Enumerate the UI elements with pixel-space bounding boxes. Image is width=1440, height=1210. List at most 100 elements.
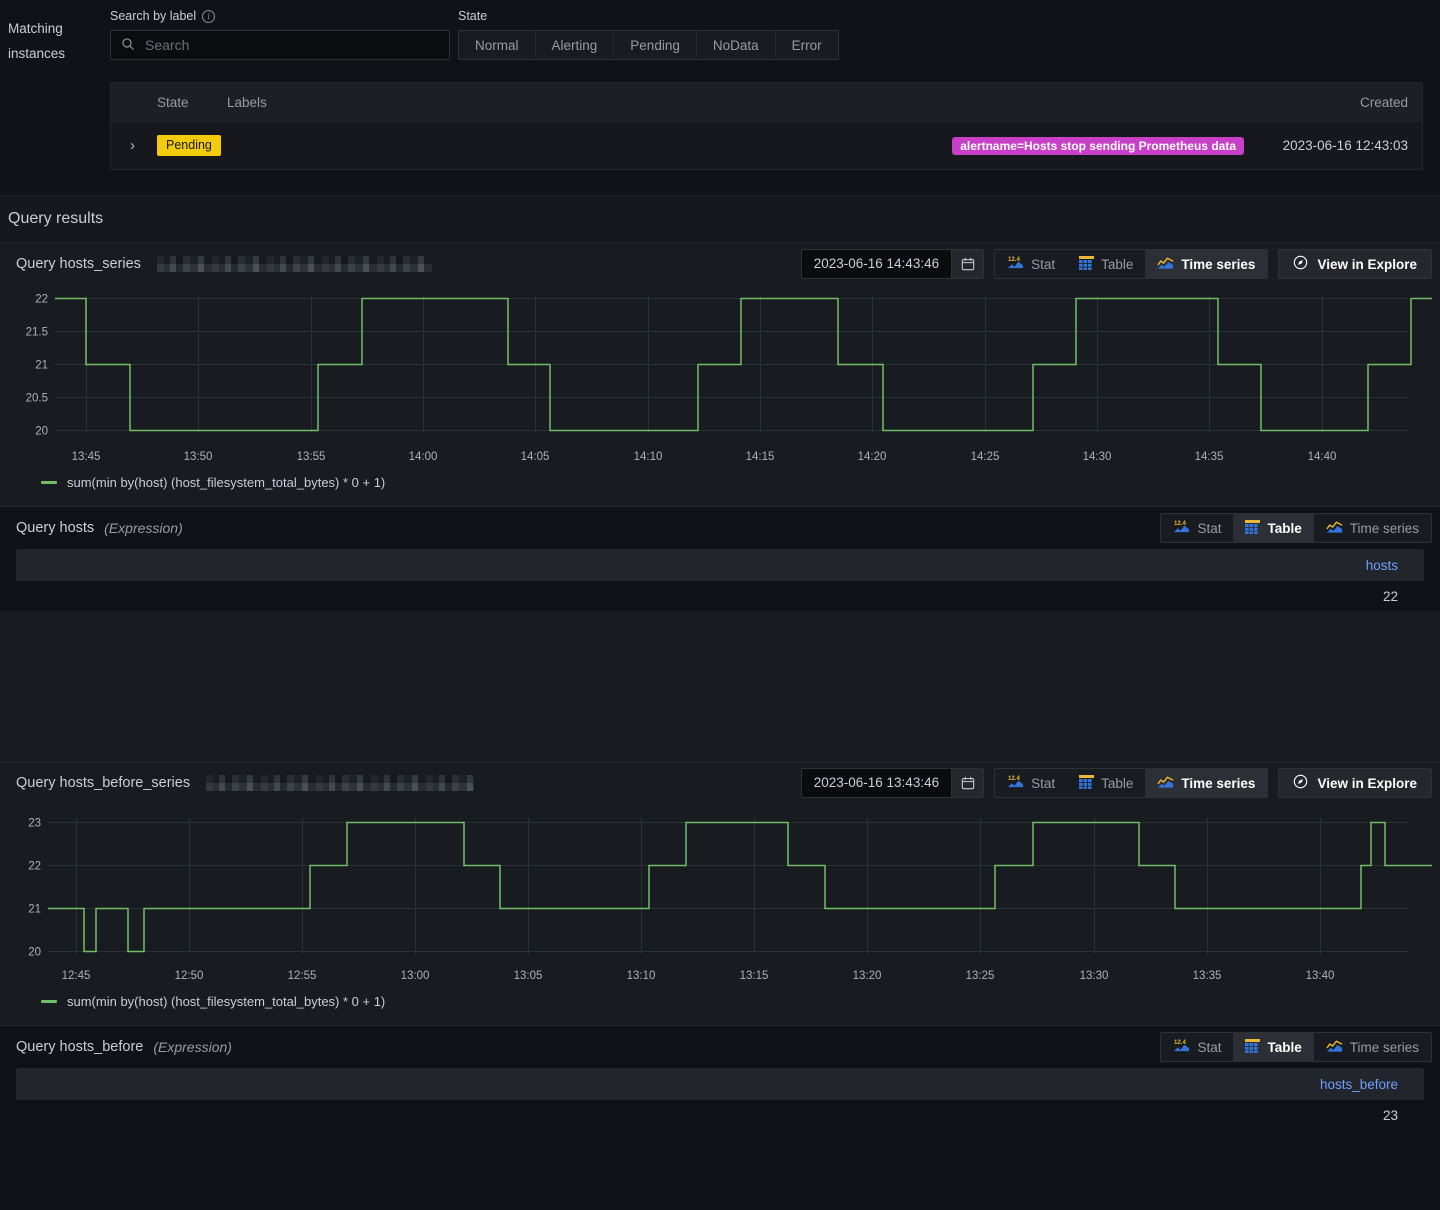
hosts-before-value-row: 23 — [1382, 1107, 1398, 1123]
chart-hosts-series[interactable]: 22 21.5 21 20.5 20 13:45 13:50 13:55 14:00… — [8, 285, 1432, 469]
legend-series-label: sum(min by(host) (host_filesystem_total_… — [67, 475, 386, 490]
svg-text:14:00: 14:00 — [409, 451, 438, 463]
viz-timeseries-button[interactable]: Time series — [1314, 1033, 1431, 1061]
search-input-wrapper[interactable] — [110, 30, 450, 60]
state-filter-normal[interactable]: Normal — [459, 31, 536, 59]
svg-text:13:40: 13:40 — [1306, 970, 1335, 982]
viz-timeseries-button[interactable]: Time series — [1314, 514, 1431, 542]
svg-text:14:30: 14:30 — [1083, 451, 1112, 463]
svg-text:13:35: 13:35 — [1193, 970, 1222, 982]
viz-toggle-hosts-expression[interactable]: 12.4 Stat Table Time series — [1160, 513, 1432, 543]
hosts-before-column-header[interactable]: hosts_before — [16, 1068, 1424, 1100]
hosts-value-row: 22 — [1382, 588, 1398, 604]
hosts-result-table: hosts 22 — [16, 549, 1424, 611]
viz-stat-button[interactable]: 12.4 Stat — [995, 250, 1067, 278]
row-labels-cell: alertname=Hosts stop sending Prometheus … — [227, 136, 1258, 155]
timeseries-icon — [1326, 520, 1343, 537]
chart-hosts-series-svg: 22 21.5 21 20.5 20 — [26, 294, 1432, 438]
hosts-column-header[interactable]: hosts — [16, 549, 1424, 581]
chart-hosts-series-xaxis: 13:45 13:50 13:55 14:00 14:05 14:10 14:15 14:… — [72, 451, 1337, 463]
panel-hosts-expression-header: Query hosts (Expression) 12.4 Stat Table… — [8, 507, 1432, 549]
state-filter-pending[interactable]: Pending — [614, 31, 697, 59]
info-icon[interactable]: i — [202, 9, 216, 23]
viz-stat-button[interactable]: 12.4 Stat — [995, 769, 1067, 797]
viz-timeseries-label: Time series — [1349, 520, 1419, 536]
svg-text:13:00: 13:00 — [401, 970, 430, 982]
svg-text:13:25: 13:25 — [966, 970, 995, 982]
viz-table-button[interactable]: Table — [1233, 514, 1314, 542]
viz-stat-button[interactable]: 12.4 Stat — [1161, 514, 1233, 542]
panel-hosts-expression-title: Query hosts — [16, 520, 95, 536]
viz-toggle-hosts-before-series[interactable]: 12.4 Stat Table Time series — [994, 768, 1269, 798]
svg-text:13:10: 13:10 — [627, 970, 656, 982]
view-in-explore-button-hosts-before-series[interactable]: View in Explore — [1278, 768, 1432, 798]
viz-timeseries-button[interactable]: Time series — [1145, 769, 1268, 797]
viz-toggle-hosts-before-expression[interactable]: 12.4 Stat Table Time series — [1160, 1032, 1432, 1062]
chart-hosts-before-series[interactable]: 23 22 21 20 12:45 12:50 12:55 13:00 13:05 13… — [8, 804, 1432, 988]
alertname-label-chip[interactable]: alertname=Hosts stop sending Prometheus … — [952, 136, 1244, 155]
viz-timeseries-button[interactable]: Time series — [1145, 250, 1268, 278]
viz-table-button[interactable]: Table — [1067, 250, 1145, 278]
svg-text:20: 20 — [35, 426, 48, 438]
compass-icon — [1293, 774, 1308, 792]
legend-hosts-series[interactable]: sum(min by(host) (host_filesystem_total_… — [8, 469, 1432, 498]
viz-toggle-hosts-series[interactable]: 12.4 Stat Table Time series — [994, 249, 1269, 279]
hosts-table-empty-space — [0, 611, 1440, 761]
panel-hosts-expression-subtitle: (Expression) — [104, 520, 183, 536]
search-by-label-label: Search by label i — [110, 8, 450, 24]
view-in-explore-label: View in Explore — [1317, 775, 1417, 791]
stat-icon: 12.4 — [1007, 255, 1024, 273]
panel-hosts-before-expression-title: Query hosts_before — [16, 1039, 144, 1055]
time-picker-hosts-before-series[interactable]: 2023-06-16 13:43:46 — [800, 768, 985, 798]
timeseries-icon — [1326, 1039, 1343, 1056]
svg-text:13:15: 13:15 — [740, 970, 769, 982]
state-filter-field: State Normal Alerting Pending NoData Err… — [458, 8, 839, 60]
labels-column-header: Labels — [227, 94, 267, 110]
panel-hosts-before-expression: Query hosts_before (Expression) 12.4 Sta… — [0, 1026, 1440, 1130]
table-row[interactable]: › Pending alertname=Hosts stop sending P… — [111, 121, 1422, 169]
viz-timeseries-label: Time series — [1181, 256, 1256, 272]
viz-table-label: Table — [1101, 256, 1134, 272]
search-icon — [121, 37, 135, 54]
panel-hosts-expression: Query hosts (Expression) 12.4 Stat Table… — [0, 507, 1440, 762]
viz-table-button[interactable]: Table — [1233, 1033, 1314, 1061]
state-filter-error[interactable]: Error — [776, 31, 838, 59]
viz-stat-button[interactable]: 12.4 Stat — [1161, 1033, 1233, 1061]
svg-text:14:15: 14:15 — [746, 451, 775, 463]
svg-text:20: 20 — [28, 947, 41, 959]
viz-table-label: Table — [1267, 520, 1302, 536]
hosts-before-result-table: hosts_before 23 — [16, 1068, 1424, 1130]
table-icon — [1245, 1038, 1261, 1056]
redacted-datasource-block — [206, 775, 475, 791]
svg-text:21.5: 21.5 — [26, 327, 48, 339]
compass-icon — [1293, 255, 1308, 273]
calendar-icon[interactable] — [951, 769, 984, 797]
svg-text:20.5: 20.5 — [26, 393, 48, 405]
search-by-label-field: Search by label i — [110, 8, 450, 60]
state-filter-nodata[interactable]: NoData — [697, 31, 776, 59]
timeseries-icon — [1157, 775, 1174, 792]
time-picker-hosts-series[interactable]: 2023-06-16 14:43:46 — [800, 249, 985, 279]
viz-timeseries-label: Time series — [1181, 775, 1256, 791]
view-in-explore-button-hosts-series[interactable]: View in Explore — [1278, 249, 1432, 279]
svg-text:13:05: 13:05 — [514, 970, 543, 982]
svg-text:21: 21 — [35, 360, 48, 372]
panel-hosts-before-series: Query hosts_before_series 2023-06-16 13:… — [0, 762, 1440, 1026]
chevron-right-icon[interactable]: › — [125, 137, 157, 154]
legend-series-label: sum(min by(host) (host_filesystem_total_… — [67, 994, 386, 1009]
matching-instances-section: Matching instances Search by label i Sea… — [0, 0, 1440, 170]
panel-hosts-series-header: Query hosts_series 2023-06-16 14:43:46 1… — [8, 243, 1432, 285]
legend-hosts-before-series[interactable]: sum(min by(host) (host_filesystem_total_… — [8, 988, 1432, 1017]
svg-text:13:30: 13:30 — [1080, 970, 1109, 982]
state-filter-group[interactable]: Normal Alerting Pending NoData Error — [458, 30, 839, 60]
matching-instances-label: Matching instances — [8, 21, 66, 61]
calendar-icon[interactable] — [951, 250, 984, 278]
viz-table-button[interactable]: Table — [1067, 769, 1145, 797]
svg-text:12:45: 12:45 — [62, 970, 91, 982]
instances-table: State Labels Created › Pending alertname… — [110, 82, 1423, 170]
svg-text:23: 23 — [28, 818, 41, 830]
svg-text:13:55: 13:55 — [297, 451, 326, 463]
stat-icon: 12.4 — [1173, 519, 1190, 537]
state-filter-alerting[interactable]: Alerting — [536, 31, 615, 59]
search-input[interactable] — [143, 36, 439, 54]
